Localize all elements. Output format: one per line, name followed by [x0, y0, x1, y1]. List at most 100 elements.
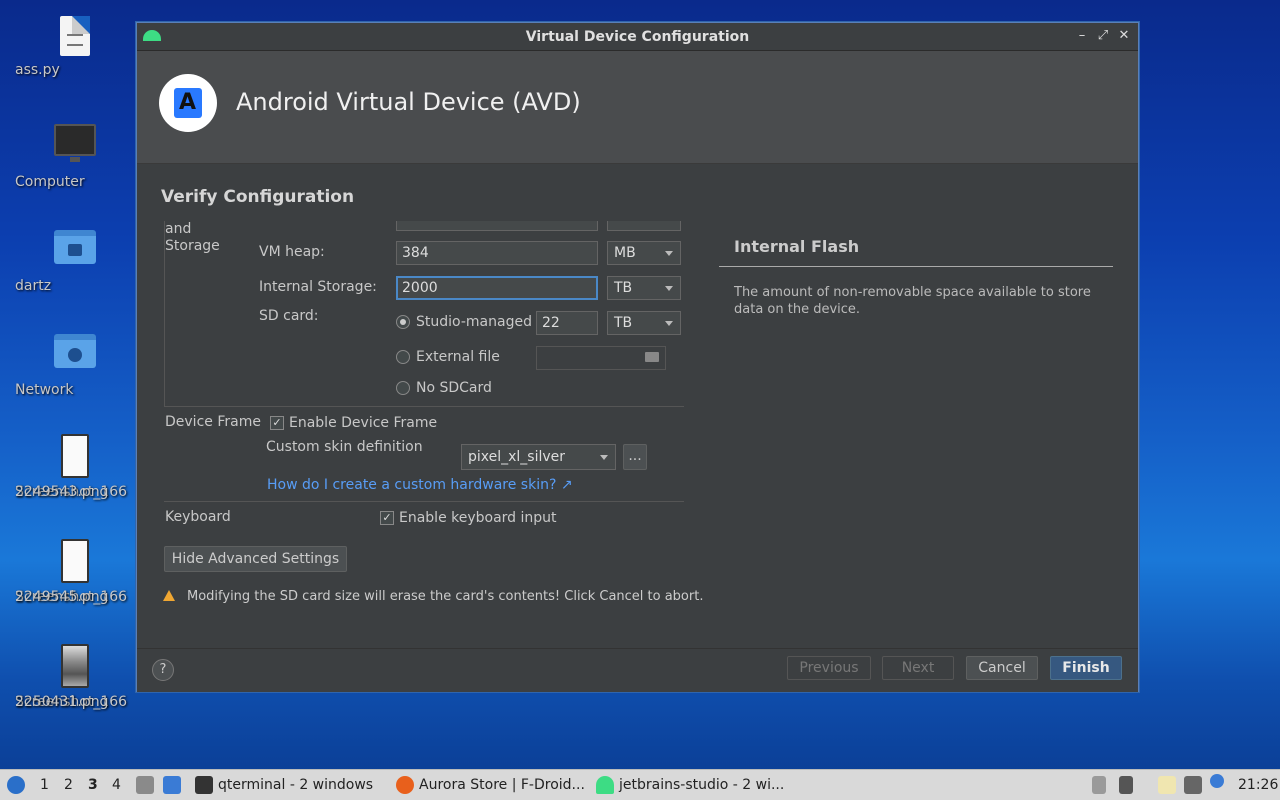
vm-heap-unit-value: MB [614, 245, 636, 261]
task-qterminal[interactable]: qterminal - 2 windows [218, 777, 373, 793]
info-panel-divider [719, 266, 1113, 267]
workspace-4[interactable]: 4 [112, 777, 121, 793]
android-studio-logo-icon [159, 74, 217, 132]
internal-storage-unit-select[interactable]: TB [607, 276, 681, 300]
keyboard-label: Keyboard [165, 509, 231, 525]
vm-heap-unit-select[interactable]: MB [607, 241, 681, 265]
image-file-icon [61, 539, 89, 583]
memory-group-label-line1: and [165, 221, 192, 237]
android-icon [596, 776, 614, 794]
file-manager-icon[interactable] [136, 776, 154, 794]
network-icon[interactable] [1184, 776, 1202, 794]
computer-icon [54, 124, 96, 162]
sd-card-size-input[interactable]: 22 [536, 311, 598, 335]
chevron-down-icon [665, 321, 673, 326]
warning-icon [163, 590, 175, 601]
internal-storage-input[interactable]: 2000 [396, 276, 598, 300]
finish-button[interactable]: Finish [1050, 656, 1122, 680]
desktop-icon-computer[interactable]: Computer [15, 124, 135, 190]
next-button[interactable]: Next [882, 656, 954, 680]
image-file-icon [61, 644, 89, 688]
skin-value: pixel_xl_silver [468, 449, 566, 465]
desktop-icon-screenshot-2[interactable]: Screenshot_166 2249545.png [15, 539, 135, 605]
window-title: Virtual Device Configuration [525, 29, 750, 45]
clock: 21:26 [1238, 777, 1279, 793]
device-frame-label: Device Frame [165, 414, 261, 430]
chevron-down-icon [665, 286, 673, 291]
info-panel-text: The amount of non-removable space availa… [734, 285, 1091, 317]
enable-device-frame-checkbox[interactable]: ✓ [270, 416, 284, 430]
clipboard-icon[interactable] [1158, 776, 1176, 794]
vm-heap-label: VM heap: [259, 244, 325, 260]
browse-skin-button[interactable]: ... [623, 444, 647, 470]
volume-icon[interactable] [1119, 776, 1133, 794]
desktop-icon-label-line2: 2249543.png [15, 484, 109, 500]
previous-button[interactable]: Previous [787, 656, 871, 680]
task-aurora-store[interactable]: Aurora Store | F-Droid... [419, 777, 585, 793]
vm-heap-input[interactable]: 384 [396, 241, 598, 265]
virtual-device-configuration-window: Virtual Device Configuration – ⤢ ✕ Andro… [136, 22, 1139, 692]
external-file-label[interactable]: External file [416, 349, 500, 365]
restore-button[interactable]: ⤢ [1095, 28, 1111, 43]
studio-managed-radio[interactable] [396, 315, 410, 329]
workspace-2[interactable]: 2 [64, 777, 73, 793]
task-jetbrains-studio[interactable]: jetbrains-studio - 2 wi... [619, 777, 784, 793]
hide-advanced-settings-button[interactable]: Hide Advanced Settings [164, 546, 347, 572]
python-file-icon [60, 16, 90, 56]
home-folder-icon [54, 230, 96, 264]
network-folder-icon [54, 334, 96, 368]
internal-storage-label: Internal Storage: [259, 279, 377, 295]
desktop-icon-dartz[interactable]: dartz [15, 230, 135, 294]
desktop-icon-label-line2: 2249545.png [15, 589, 109, 605]
tray-up-arrow-icon[interactable] [1092, 776, 1106, 794]
minimize-button[interactable]: – [1074, 28, 1090, 43]
custom-skin-help-link[interactable]: How do I create a custom hardware skin? … [267, 477, 573, 493]
enable-device-frame-label[interactable]: Enable Device Frame [289, 415, 437, 431]
ram-field-partial[interactable] [396, 221, 598, 231]
start-menu-icon[interactable] [7, 776, 25, 794]
folder-icon[interactable] [645, 352, 659, 362]
desktop-icon-screenshot-1[interactable]: Screenshot_166 2249543.png [15, 434, 135, 500]
chevron-down-icon [600, 455, 608, 460]
workspace-3[interactable]: 3 [88, 777, 98, 793]
wizard-footer: ? Previous Next Cancel Finish [137, 648, 1138, 692]
close-button[interactable]: ✕ [1116, 28, 1132, 43]
skin-select[interactable]: pixel_xl_silver [461, 444, 616, 470]
desktop-icon-ass-py[interactable]: ass.py [15, 16, 135, 78]
taskbar: 1 2 3 4 qterminal - 2 windows Aurora Sto… [0, 769, 1280, 800]
window-titlebar[interactable]: Virtual Device Configuration – ⤢ ✕ [137, 23, 1138, 51]
desktop-icon-label: dartz [15, 278, 52, 294]
memory-group-label-line2: Storage [165, 238, 220, 254]
ram-unit-partial[interactable] [607, 221, 681, 231]
sd-card-label: SD card: [259, 308, 319, 324]
firefox-icon [396, 776, 414, 794]
show-desktop-icon[interactable] [163, 776, 181, 794]
image-file-icon [61, 434, 89, 478]
wizard-header: Android Virtual Device (AVD) [137, 51, 1138, 164]
desktop-icon-network[interactable]: Network [15, 334, 135, 398]
no-sdcard-label[interactable]: No SDCard [416, 380, 492, 396]
sd-card-unit-value: TB [614, 315, 633, 331]
terminal-icon [195, 776, 213, 794]
desktop-icon-screenshot-3[interactable]: Screenshot_166 2250431.png [15, 644, 135, 710]
internal-storage-unit-value: TB [614, 280, 633, 296]
notification-icon[interactable] [1210, 774, 1224, 788]
help-button[interactable]: ? [152, 659, 174, 681]
enable-keyboard-checkbox[interactable]: ✓ [380, 511, 394, 525]
cancel-button[interactable]: Cancel [966, 656, 1038, 680]
studio-managed-label[interactable]: Studio-managed [416, 314, 532, 330]
sd-card-warning: Modifying the SD card size will erase th… [187, 589, 704, 604]
sd-card-unit-select[interactable]: TB [607, 311, 681, 335]
workspace-1[interactable]: 1 [40, 777, 49, 793]
external-file-radio[interactable] [396, 350, 410, 364]
desktop-icon-label: ass.py [15, 62, 60, 78]
custom-skin-label: Custom skin definition [266, 439, 423, 455]
info-panel-title: Internal Flash [734, 237, 860, 256]
section-title: Verify Configuration [161, 187, 355, 207]
external-file-input[interactable] [536, 346, 666, 370]
desktop-icon-label: Network [15, 382, 74, 398]
no-sdcard-radio[interactable] [396, 381, 410, 395]
enable-keyboard-label[interactable]: Enable keyboard input [399, 510, 557, 526]
desktop-icon-label-line2: 2250431.png [15, 694, 109, 710]
advanced-settings-scrollpane[interactable]: and Storage VM heap: 384 MB Internal Sto… [161, 221, 709, 538]
